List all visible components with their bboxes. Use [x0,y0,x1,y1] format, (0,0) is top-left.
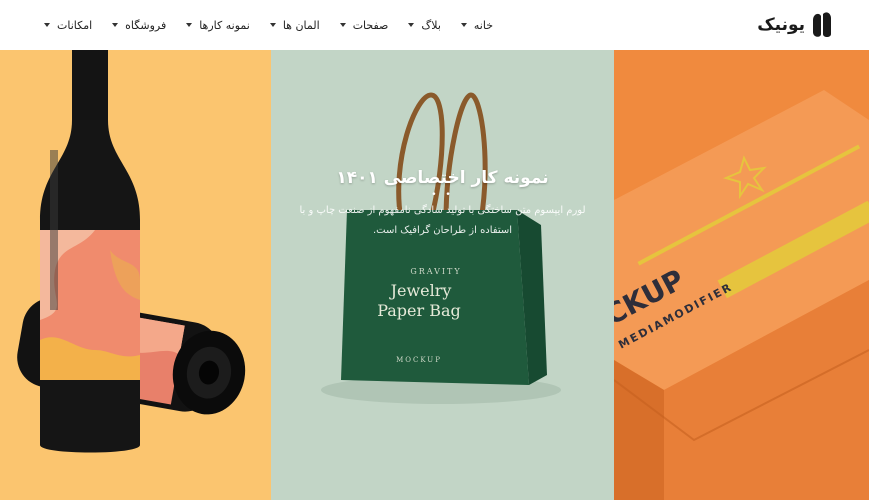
portfolio-item-logo-box[interactable]: LOGO MOCKUP MEDIAMODIFIER [614,50,869,500]
portfolio-gallery: GRAVITY Jewelry Paper Bag MOCKUP LOGO MO… [0,50,869,500]
hero-description-line-2: استفاده از طراحان گرافیک است. [372,225,513,236]
menu-item-shop[interactable]: فروشگاه [102,19,176,32]
logo-box-image: LOGO MOCKUP MEDIAMODIFIER [614,90,869,500]
menu-item-label: خانه [473,18,494,32]
menu-item-label: امکانات [57,18,93,32]
chevron-down-icon [339,23,346,27]
main-menu: خانه بلاگ صفحات المان ها نمونه کارها فرو… [34,19,503,32]
hero-caption: نمونه کار اختصاصی ۱۴۰۱ • • لورم ایپسوم م… [271,168,614,240]
chevron-down-icon [112,23,119,27]
chevron-down-icon [408,23,415,27]
chevron-down-icon [269,23,276,27]
menu-item-blog[interactable]: بلاگ [398,19,450,32]
bag-line-3: Paper Bag [377,301,461,320]
hero-dots: • • [431,190,454,200]
menu-item-label: صفحات [352,18,389,32]
hero-title: نمونه کار اختصاصی ۱۴۰۱ [336,168,549,188]
menu-item-elements[interactable]: المان ها [260,19,330,32]
bag-line-1: GRAVITY [410,267,461,276]
portfolio-item-paper-bag[interactable]: GRAVITY Jewelry Paper Bag MOCKUP [271,50,614,500]
hero-description-line-1: لورم ایپسوم متن ساختگی با تولید سادگی نا… [299,205,586,216]
bag-line-2: Jewelry [389,281,452,300]
chevron-down-icon [460,23,467,27]
chevron-down-icon [186,23,193,27]
site-logo[interactable]: یونیک [757,10,833,40]
wine-bottle-image [17,50,246,453]
paper-bag-image: GRAVITY Jewelry Paper Bag MOCKUP [321,92,561,404]
menu-item-label: فروشگاه [125,18,167,32]
site-header: یونیک خانه بلاگ صفحات المان ها نمونه کار… [0,0,869,50]
menu-item-label: نمونه کارها [199,18,250,32]
menu-item-label: المان ها [282,18,320,32]
logo-mark-icon [813,12,831,37]
menu-item-label: بلاگ [421,18,441,32]
menu-item-home[interactable]: خانه [451,19,503,32]
brand-name: یونیک [757,15,805,35]
chevron-down-icon [44,23,50,27]
portfolio-item-wine-bottle[interactable] [0,50,271,500]
menu-item-pages[interactable]: صفحات [330,19,399,32]
menu-item-features[interactable]: امکانات [34,19,102,32]
menu-item-portfolio[interactable]: نمونه کارها [176,19,260,32]
bag-line-4: MOCKUP [396,356,442,364]
